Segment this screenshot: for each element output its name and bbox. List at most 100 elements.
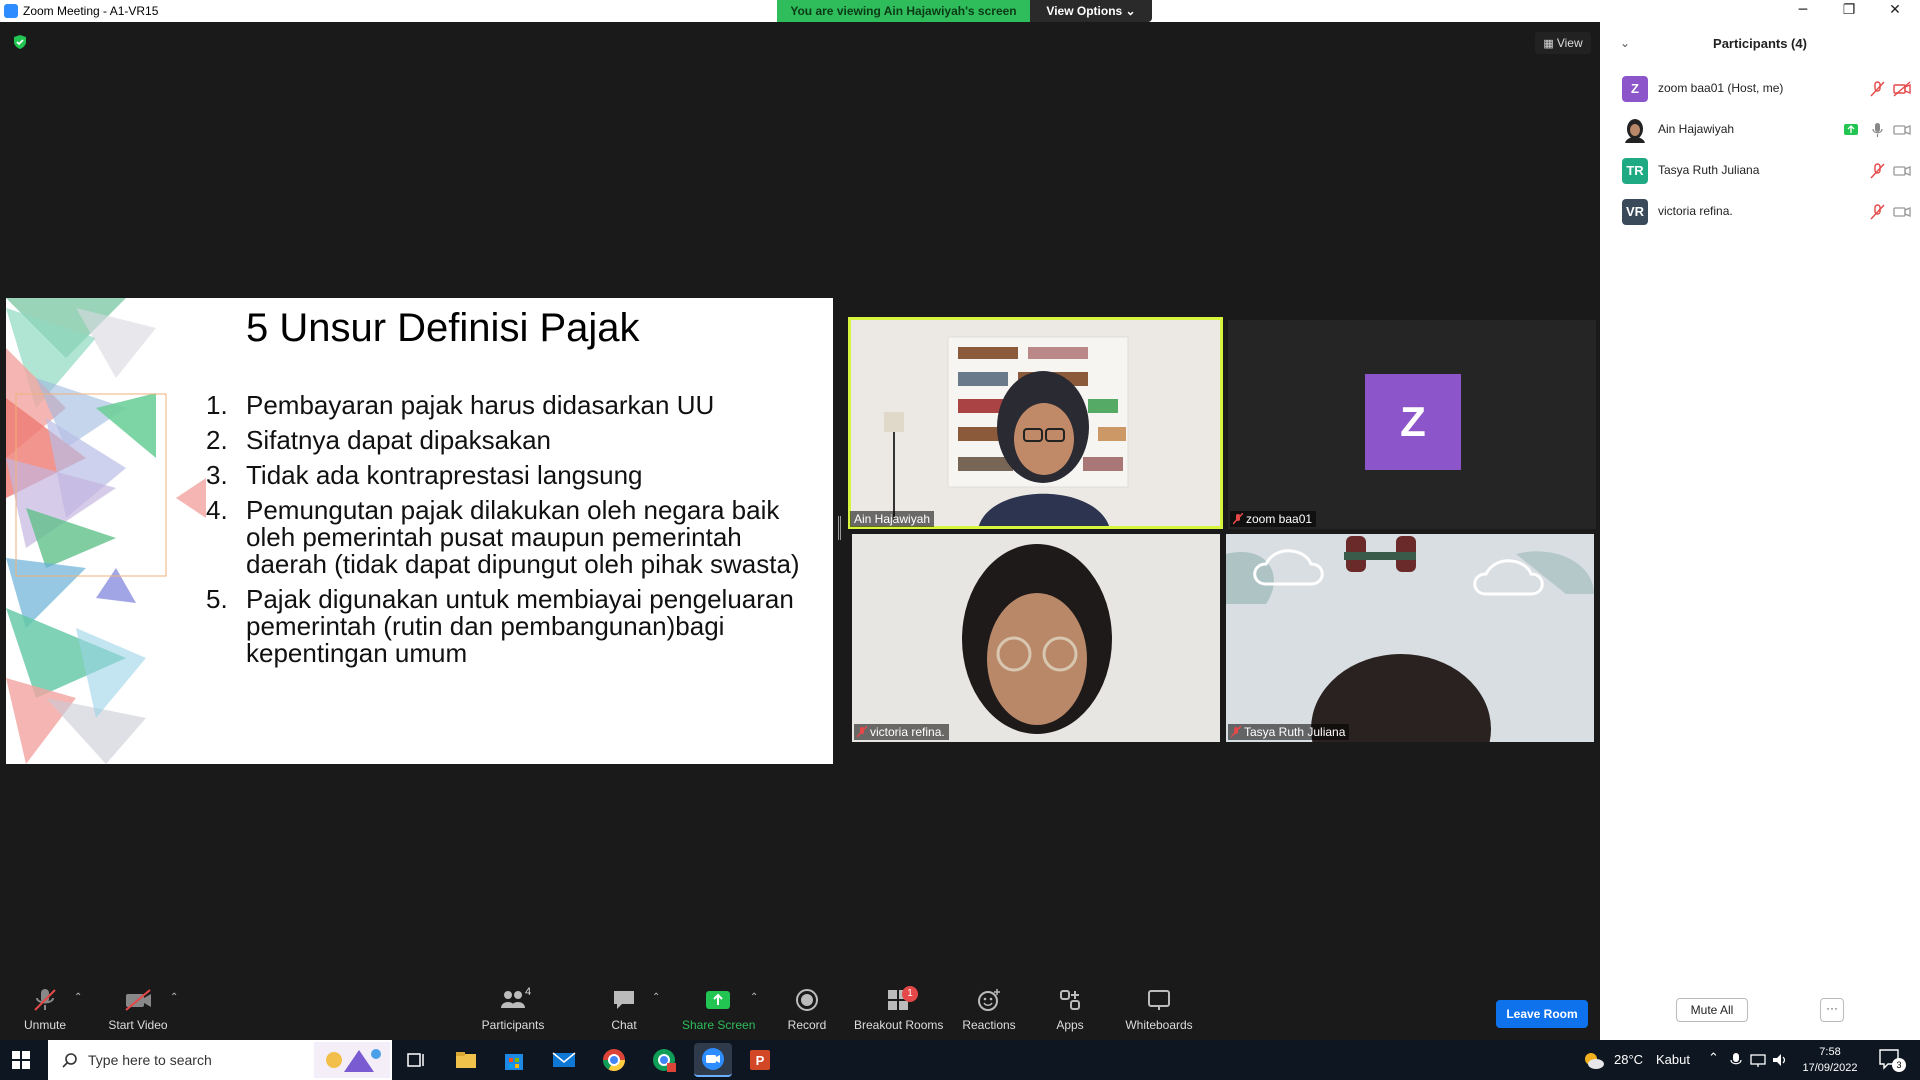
participant-avatar: Z — [1622, 76, 1648, 102]
search-placeholder: Type here to search — [88, 1052, 212, 1068]
more-options-button[interactable]: ··· — [1820, 998, 1844, 1022]
item-text: Pajak digunakan untuk membiayai pengelua… — [246, 584, 794, 668]
chat-button[interactable]: Chat — [606, 988, 642, 1032]
task-view-icon[interactable] — [402, 1046, 430, 1074]
breakout-rooms-button[interactable]: 1 Breakout Rooms — [854, 986, 944, 1032]
split-view-divider[interactable] — [838, 516, 841, 540]
slide-title: 5 Unsur Definisi Pajak — [246, 306, 640, 350]
minimize-button[interactable]: ─ — [1780, 0, 1826, 22]
participant-avatar: VR — [1622, 199, 1648, 225]
grid-icon: ▦ — [1543, 38, 1557, 50]
mute-all-button[interactable]: Mute All — [1676, 998, 1748, 1022]
view-label: View — [1556, 36, 1583, 50]
windows-start-icon[interactable] — [12, 1051, 30, 1069]
item-number: 4. — [206, 495, 228, 525]
participant-name: Ain Hajawiyah — [1658, 122, 1735, 136]
host-avatar: Z — [1365, 374, 1461, 470]
chrome-icon[interactable] — [600, 1046, 628, 1074]
notifications-button[interactable]: 3 — [1878, 1048, 1906, 1072]
slide-list-item: 1. Pembayaran pajak harus didasarkan UU — [196, 392, 806, 419]
participant-row[interactable]: Z zoom baa01 (Host, me) — [1622, 74, 1912, 104]
participants-button[interactable]: 4 Participants — [480, 986, 546, 1032]
leave-room-button[interactable]: Leave Room — [1496, 1000, 1588, 1028]
taskbar-clock[interactable]: 7:58 17/09/2022 — [1800, 1044, 1860, 1076]
participants-icon: 4 — [493, 986, 533, 1012]
microphone-tray-icon[interactable] — [1730, 1052, 1742, 1068]
network-icon[interactable] — [1750, 1052, 1766, 1068]
breakout-rooms-label: Breakout Rooms — [854, 1018, 944, 1032]
video-tile-tasya[interactable]: Tasya Ruth Juliana — [1226, 534, 1594, 742]
participants-panel-footer: Mute All ··· — [1600, 998, 1920, 1040]
viewing-screen-banner: You are viewing Ain Hajawiyah's screen — [777, 0, 1030, 22]
whiteboards-button[interactable]: Whiteboards — [1124, 988, 1194, 1032]
participant-name-label: zoom baa01 — [1230, 511, 1317, 527]
restore-button[interactable]: ❐ — [1826, 0, 1872, 22]
video-tile-ain[interactable]: Ain Hajawiyah — [848, 317, 1223, 529]
share-screen-label: Share Screen — [682, 1018, 756, 1032]
breakout-badge: 1 — [902, 986, 918, 1002]
participants-count: 4 — [525, 986, 532, 998]
participants-label: Participants — [481, 1018, 545, 1032]
item-number: 5. — [206, 584, 228, 614]
participant-name-text: Tasya Ruth Juliana — [1244, 725, 1346, 739]
chrome-profile-icon[interactable] — [650, 1046, 678, 1074]
video-tile-zoom-host[interactable]: Z zoom baa01 — [1228, 320, 1596, 529]
microsoft-store-icon[interactable] — [500, 1046, 528, 1074]
tasya-video-feed — [1226, 534, 1594, 742]
meeting-toolbar: Unmute ⌃ Start Video ⌃ 4 Participants Ch… — [0, 980, 1600, 1040]
video-options-chevron-icon[interactable]: ⌃ — [170, 992, 178, 1003]
search-icon — [62, 1053, 77, 1068]
item-text: Tidak ada kontraprestasi langsung — [246, 460, 643, 490]
muted-mic-icon — [1231, 726, 1241, 738]
chat-options-chevron-icon[interactable]: ⌃ — [652, 992, 660, 1003]
volume-icon[interactable] — [1772, 1052, 1788, 1068]
zoom-taskbar-button[interactable] — [694, 1043, 732, 1077]
participant-avatar: TR — [1622, 158, 1648, 184]
weather-icon[interactable] — [1583, 1050, 1605, 1070]
smiley-plus-icon — [978, 989, 1000, 1011]
share-screen-button[interactable]: Share Screen — [682, 988, 756, 1032]
audio-options-chevron-icon[interactable]: ⌃ — [74, 992, 82, 1003]
participant-name-text: zoom baa01 — [1246, 512, 1313, 526]
whiteboards-label: Whiteboards — [1125, 1018, 1193, 1032]
unmute-button[interactable]: Unmute — [16, 988, 74, 1032]
muted-mic-icon — [857, 726, 867, 738]
video-off-icon — [1893, 81, 1911, 97]
taskbar-search-box[interactable]: Type here to search — [48, 1040, 392, 1080]
record-button[interactable]: Record — [786, 988, 828, 1032]
share-options-chevron-icon[interactable]: ⌃ — [750, 992, 758, 1003]
video-off-icon — [1893, 166, 1911, 176]
mail-icon[interactable] — [550, 1046, 578, 1074]
participant-name-label: Ain Hajawiyah — [850, 511, 935, 527]
participant-name: Tasya Ruth Juliana — [1658, 163, 1760, 177]
window-title: Zoom Meeting - A1-VR15 — [23, 4, 159, 18]
encryption-shield-icon[interactable] — [12, 34, 28, 50]
item-number: 1. — [206, 390, 228, 420]
item-number: 2. — [206, 425, 228, 455]
apps-button[interactable]: Apps — [1052, 988, 1088, 1032]
windows-taskbar: Type here to search P 28°C Kabut ⌃ 7:58 … — [0, 1040, 1920, 1080]
muted-mic-icon — [1233, 513, 1243, 525]
reactions-button[interactable]: Reactions — [962, 988, 1016, 1032]
participant-row[interactable]: Ain Hajawiyah — [1622, 115, 1912, 145]
participant-status-icons — [1868, 163, 1912, 184]
close-button[interactable]: ✕ — [1872, 0, 1918, 22]
slide-list-item: 2. Sifatnya dapat dipaksakan — [196, 427, 806, 454]
video-tile-victoria[interactable]: victoria refina. — [852, 534, 1220, 742]
file-explorer-icon[interactable] — [452, 1046, 480, 1074]
participant-row[interactable]: TR Tasya Ruth Juliana — [1622, 156, 1912, 186]
record-label: Record — [787, 1018, 827, 1032]
zoom-app-icon — [4, 4, 18, 18]
participant-row[interactable]: VR victoria refina. — [1622, 197, 1912, 227]
powerpoint-icon[interactable]: P — [746, 1046, 774, 1074]
item-text: Sifatnya dapat dipaksakan — [246, 425, 551, 455]
view-options-button[interactable]: View Options ⌄ — [1030, 0, 1152, 22]
item-number: 3. — [206, 460, 228, 490]
participant-name: victoria refina. — [1658, 204, 1733, 218]
record-icon — [796, 989, 818, 1011]
breakout-rooms-icon: 1 — [878, 986, 918, 1012]
tray-expand-chevron-icon[interactable]: ⌃ — [1708, 1050, 1719, 1080]
view-layout-button[interactable]: ▦ View — [1535, 32, 1591, 54]
chat-label: Chat — [611, 1018, 637, 1032]
start-video-button[interactable]: Start Video — [106, 988, 170, 1032]
